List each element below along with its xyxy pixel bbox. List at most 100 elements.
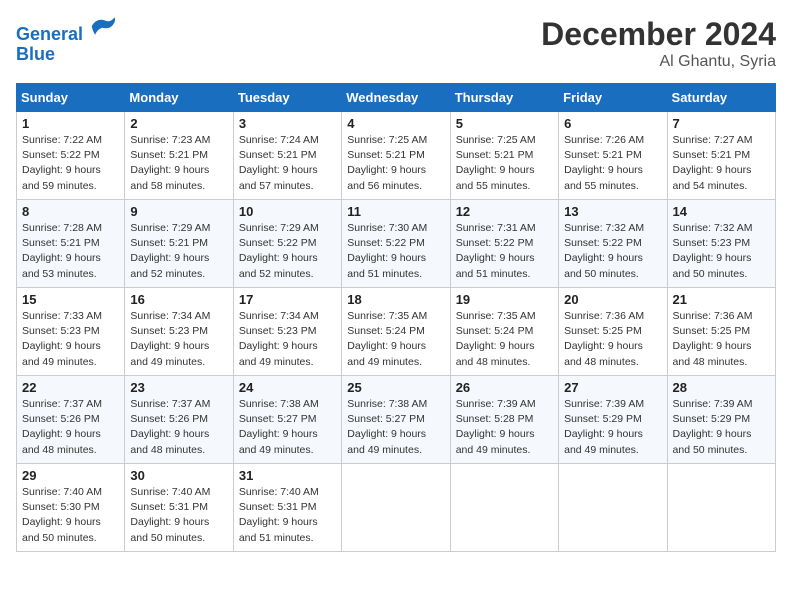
day-info: Sunrise: 7:30 AMSunset: 5:22 PMDaylight:…: [347, 221, 444, 282]
calendar-cell: 16 Sunrise: 7:34 AMSunset: 5:23 PMDayligh…: [125, 288, 233, 376]
calendar-cell: 27Sunrise: 7:39 AMSunset: 5:29 PMDayligh…: [559, 376, 667, 464]
calendar-week-4: 22 Sunrise: 7:37 AMSunset: 5:26 PMDayligh…: [17, 376, 776, 464]
month-title: December 2024: [541, 16, 776, 53]
calendar-cell: [559, 464, 667, 552]
day-number: 11: [347, 204, 444, 219]
day-info: Sunrise: 7:29 AMSunset: 5:21 PMDaylight:…: [130, 221, 227, 282]
day-info: Sunrise: 7:29 AMSunset: 5:22 PMDaylight:…: [239, 221, 336, 282]
calendar-cell: 3 Sunrise: 7:24 AMSunset: 5:21 PMDaylight…: [233, 112, 341, 200]
day-info: Sunrise: 7:22 AMSunset: 5:22 PMDaylight:…: [22, 133, 119, 194]
day-number: 29: [22, 468, 119, 483]
calendar-cell: 18 Sunrise: 7:35 AMSunset: 5:24 PMDayligh…: [342, 288, 450, 376]
logo-general: General: [16, 24, 83, 44]
day-number: 27: [564, 380, 661, 395]
calendar-cell: 25Sunrise: 7:38 AMSunset: 5:27 PMDayligh…: [342, 376, 450, 464]
day-number: 26: [456, 380, 553, 395]
day-info: Sunrise: 7:35 AMSunset: 5:24 PMDaylight:…: [347, 309, 444, 370]
calendar-cell: 23 Sunrise: 7:37 AMSunset: 5:26 PMDayligh…: [125, 376, 233, 464]
calendar-cell: 10 Sunrise: 7:29 AMSunset: 5:22 PMDayligh…: [233, 200, 341, 288]
weekday-header-monday: Monday: [125, 84, 233, 112]
calendar-cell: 17 Sunrise: 7:34 AMSunset: 5:23 PMDayligh…: [233, 288, 341, 376]
logo-blue: Blue: [16, 44, 55, 64]
calendar-cell: 8Sunrise: 7:28 AMSunset: 5:21 PMDaylight…: [17, 200, 125, 288]
weekday-header-wednesday: Wednesday: [342, 84, 450, 112]
logo: General Blue: [16, 16, 118, 65]
day-number: 4: [347, 116, 444, 131]
calendar-cell: 20 Sunrise: 7:36 AMSunset: 5:25 PMDayligh…: [559, 288, 667, 376]
day-info: Sunrise: 7:40 AMSunset: 5:31 PMDaylight:…: [130, 485, 227, 546]
day-number: 6: [564, 116, 661, 131]
day-info: Sunrise: 7:31 AMSunset: 5:22 PMDaylight:…: [456, 221, 553, 282]
day-info: Sunrise: 7:34 AMSunset: 5:23 PMDaylight:…: [239, 309, 336, 370]
day-number: 17: [239, 292, 336, 307]
day-info: Sunrise: 7:36 AMSunset: 5:25 PMDaylight:…: [673, 309, 770, 370]
calendar-table: SundayMondayTuesdayWednesdayThursdayFrid…: [16, 83, 776, 552]
calendar-cell: [667, 464, 775, 552]
weekday-header-sunday: Sunday: [17, 84, 125, 112]
day-info: Sunrise: 7:40 AMSunset: 5:31 PMDaylight:…: [239, 485, 336, 546]
day-info: Sunrise: 7:39 AMSunset: 5:28 PMDaylight:…: [456, 397, 553, 458]
day-number: 28: [673, 380, 770, 395]
day-info: Sunrise: 7:34 AMSunset: 5:23 PMDaylight:…: [130, 309, 227, 370]
calendar-cell: 12 Sunrise: 7:31 AMSunset: 5:22 PMDayligh…: [450, 200, 558, 288]
day-number: 13: [564, 204, 661, 219]
day-number: 19: [456, 292, 553, 307]
day-number: 10: [239, 204, 336, 219]
day-number: 2: [130, 116, 227, 131]
calendar-cell: 14Sunrise: 7:32 AMSunset: 5:23 PMDayligh…: [667, 200, 775, 288]
day-number: 22: [22, 380, 119, 395]
day-info: Sunrise: 7:39 AMSunset: 5:29 PMDaylight:…: [673, 397, 770, 458]
day-info: Sunrise: 7:36 AMSunset: 5:25 PMDaylight:…: [564, 309, 661, 370]
day-number: 23: [130, 380, 227, 395]
day-number: 8: [22, 204, 119, 219]
calendar-cell: 5 Sunrise: 7:25 AMSunset: 5:21 PMDaylight…: [450, 112, 558, 200]
day-info: Sunrise: 7:32 AMSunset: 5:22 PMDaylight:…: [564, 221, 661, 282]
day-info: Sunrise: 7:26 AMSunset: 5:21 PMDaylight:…: [564, 133, 661, 194]
day-number: 18: [347, 292, 444, 307]
calendar-cell: 24 Sunrise: 7:38 AMSunset: 5:27 PMDayligh…: [233, 376, 341, 464]
calendar-cell: 2 Sunrise: 7:23 AMSunset: 5:21 PMDaylight…: [125, 112, 233, 200]
calendar-cell: 22Sunrise: 7:37 AMSunset: 5:26 PMDayligh…: [17, 376, 125, 464]
calendar-cell: [342, 464, 450, 552]
calendar-cell: 29 Sunrise: 7:40 AMSunset: 5:30 PMDayligh…: [17, 464, 125, 552]
day-info: Sunrise: 7:35 AMSunset: 5:24 PMDaylight:…: [456, 309, 553, 370]
calendar-cell: 19 Sunrise: 7:35 AMSunset: 5:24 PMDayligh…: [450, 288, 558, 376]
day-info: Sunrise: 7:40 AMSunset: 5:30 PMDaylight:…: [22, 485, 119, 546]
day-number: 15: [22, 292, 119, 307]
logo-bird-icon: [90, 12, 118, 40]
weekday-header-friday: Friday: [559, 84, 667, 112]
day-number: 21: [673, 292, 770, 307]
page-header: General Blue December 2024 Al Ghantu, Sy…: [16, 16, 776, 71]
day-number: 5: [456, 116, 553, 131]
day-number: 16: [130, 292, 227, 307]
weekday-header-thursday: Thursday: [450, 84, 558, 112]
day-number: 3: [239, 116, 336, 131]
day-number: 9: [130, 204, 227, 219]
calendar-cell: 11 Sunrise: 7:30 AMSunset: 5:22 PMDayligh…: [342, 200, 450, 288]
day-info: Sunrise: 7:33 AMSunset: 5:23 PMDaylight:…: [22, 309, 119, 370]
calendar-cell: 1 Sunrise: 7:22 AMSunset: 5:22 PMDaylight…: [17, 112, 125, 200]
day-number: 12: [456, 204, 553, 219]
calendar-week-5: 29 Sunrise: 7:40 AMSunset: 5:30 PMDayligh…: [17, 464, 776, 552]
day-number: 1: [22, 116, 119, 131]
day-info: Sunrise: 7:24 AMSunset: 5:21 PMDaylight:…: [239, 133, 336, 194]
calendar-cell: 30Sunrise: 7:40 AMSunset: 5:31 PMDayligh…: [125, 464, 233, 552]
day-number: 25: [347, 380, 444, 395]
day-info: Sunrise: 7:23 AMSunset: 5:21 PMDaylight:…: [130, 133, 227, 194]
calendar-cell: 15 Sunrise: 7:33 AMSunset: 5:23 PMDayligh…: [17, 288, 125, 376]
day-info: Sunrise: 7:38 AMSunset: 5:27 PMDaylight:…: [239, 397, 336, 458]
calendar-cell: 31Sunrise: 7:40 AMSunset: 5:31 PMDayligh…: [233, 464, 341, 552]
day-info: Sunrise: 7:37 AMSunset: 5:26 PMDaylight:…: [130, 397, 227, 458]
day-info: Sunrise: 7:25 AMSunset: 5:21 PMDaylight:…: [347, 133, 444, 194]
calendar-cell: [450, 464, 558, 552]
weekday-header-tuesday: Tuesday: [233, 84, 341, 112]
day-number: 24: [239, 380, 336, 395]
weekday-header-row: SundayMondayTuesdayWednesdayThursdayFrid…: [17, 84, 776, 112]
day-info: Sunrise: 7:25 AMSunset: 5:21 PMDaylight:…: [456, 133, 553, 194]
day-number: 20: [564, 292, 661, 307]
calendar-cell: 7Sunrise: 7:27 AMSunset: 5:21 PMDaylight…: [667, 112, 775, 200]
calendar-cell: 13 Sunrise: 7:32 AMSunset: 5:22 PMDayligh…: [559, 200, 667, 288]
calendar-cell: 4 Sunrise: 7:25 AMSunset: 5:21 PMDaylight…: [342, 112, 450, 200]
calendar-week-2: 8Sunrise: 7:28 AMSunset: 5:21 PMDaylight…: [17, 200, 776, 288]
calendar-cell: 26 Sunrise: 7:39 AMSunset: 5:28 PMDayligh…: [450, 376, 558, 464]
